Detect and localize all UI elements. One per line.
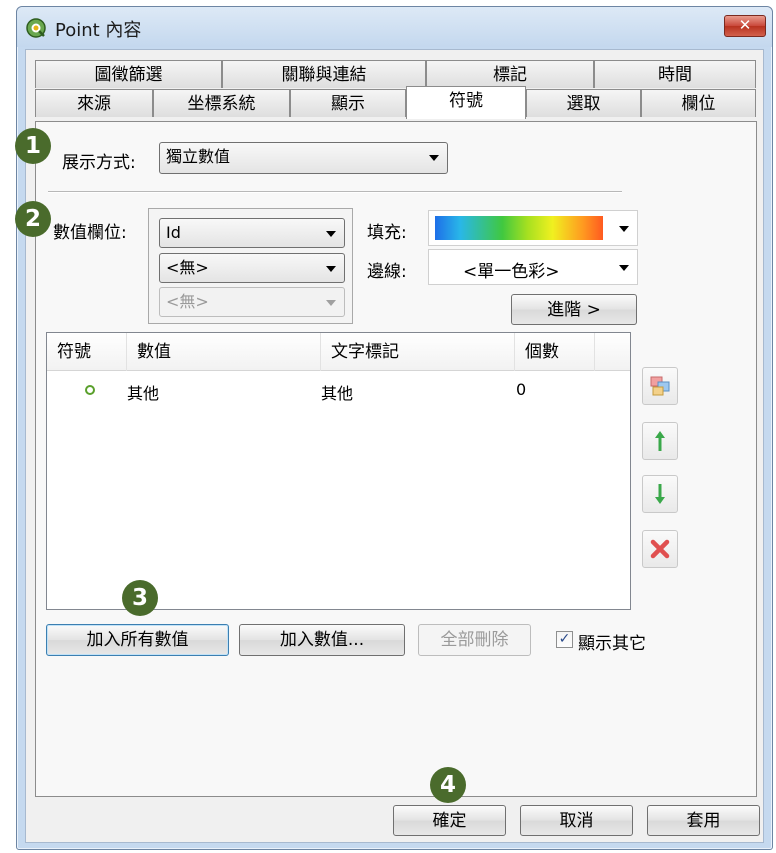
step-badge-3: 3 xyxy=(122,580,158,616)
row-label: 其他 xyxy=(321,384,354,403)
ok-button[interactable]: 確定 xyxy=(393,805,506,836)
tab-feature-filter[interactable]: 圖徵篩選 xyxy=(35,60,222,88)
table-header: 符號 數值 文字標記 個數 xyxy=(47,333,630,371)
merge-icon xyxy=(650,376,670,396)
tab-display[interactable]: 顯示 xyxy=(290,89,406,117)
arrow-up-icon xyxy=(655,431,665,451)
arrow-down-icon xyxy=(655,484,665,504)
add-all-values-button[interactable]: 加入所有數值 xyxy=(46,624,229,656)
step-badge-4: 4 xyxy=(430,767,466,803)
apply-button[interactable]: 套用 xyxy=(647,805,760,836)
fill-color-ramp-select[interactable] xyxy=(428,210,638,246)
value-field-2-text: <無> xyxy=(166,258,209,277)
show-other-label: 顯示其它 xyxy=(578,634,646,654)
show-other-checkbox[interactable]: ✓ xyxy=(556,631,573,648)
dialog-client-area: 圖徵篩選 關聯與連結 標記 時間 來源 坐標系統 顯示 符號 選取 欄位 展示方… xyxy=(25,49,764,843)
column-header-label[interactable]: 文字標記 xyxy=(321,333,515,371)
chevron-down-icon xyxy=(619,265,629,271)
point-symbol-icon xyxy=(85,385,95,395)
merge-values-button[interactable] xyxy=(642,367,678,405)
value-field-group: Id <無> <無> xyxy=(148,208,353,324)
remove-all-button: 全部刪除 xyxy=(418,624,531,656)
stroke-color-select[interactable]: <單一色彩> xyxy=(428,249,638,285)
close-button[interactable]: ✕ xyxy=(724,15,766,37)
symbology-panel: 展示方式: 獨立數值 數值欄位: Id <無> <無> 填充: 邊線: <單一色… xyxy=(35,121,757,797)
qgis-app-icon xyxy=(26,18,46,38)
chevron-down-icon xyxy=(326,300,336,306)
display-mode-value: 獨立數值 xyxy=(166,147,231,166)
title-bar[interactable]: Point 內容 ✕ xyxy=(17,7,772,47)
chevron-down-icon xyxy=(326,231,336,237)
step-badge-1: 1 xyxy=(15,128,51,164)
value-field-select-3: <無> xyxy=(159,287,345,317)
column-header-count[interactable]: 個數 xyxy=(515,333,595,371)
tab-selection[interactable]: 選取 xyxy=(526,89,641,117)
tab-joins-links[interactable]: 關聯與連結 xyxy=(222,60,426,88)
column-header-value[interactable]: 數值 xyxy=(127,333,321,371)
tab-coordinate-system[interactable]: 坐標系統 xyxy=(153,89,290,117)
cancel-button[interactable]: 取消 xyxy=(520,805,633,836)
window-title: Point 內容 xyxy=(55,20,142,41)
tab-symbology[interactable]: 符號 xyxy=(406,86,526,119)
value-field-label: 數值欄位: xyxy=(53,223,127,243)
tab-fields[interactable]: 欄位 xyxy=(641,89,756,117)
section-divider xyxy=(48,191,622,193)
fill-label: 填充: xyxy=(367,223,407,243)
delete-icon xyxy=(650,539,670,559)
add-value-button[interactable]: 加入數值... xyxy=(239,624,405,656)
column-header-symbol[interactable]: 符號 xyxy=(47,333,127,371)
display-mode-label: 展示方式: xyxy=(62,153,136,173)
remove-value-button[interactable] xyxy=(642,530,678,568)
chevron-down-icon xyxy=(326,266,336,272)
value-field-3-text: <無> xyxy=(166,292,209,311)
advanced-button[interactable]: 進階 > xyxy=(511,294,637,325)
stroke-label: 邊線: xyxy=(367,262,407,282)
move-down-button[interactable] xyxy=(642,475,678,513)
chevron-down-icon xyxy=(429,155,439,161)
stroke-value: <單一色彩> xyxy=(463,262,560,282)
row-value: 其他 xyxy=(127,384,160,403)
close-icon: ✕ xyxy=(738,16,752,34)
value-field-select-2[interactable]: <無> xyxy=(159,253,345,283)
tab-labels[interactable]: 標記 xyxy=(426,60,594,88)
display-mode-select[interactable]: 獨立數值 xyxy=(159,142,448,174)
value-field-select-1[interactable]: Id xyxy=(159,218,345,248)
symbol-value-table[interactable]: 符號 數值 文字標記 個數 其他 其他 0 xyxy=(46,332,631,610)
tab-time[interactable]: 時間 xyxy=(594,60,756,88)
color-ramp-swatch xyxy=(435,216,603,240)
move-up-button[interactable] xyxy=(642,422,678,460)
properties-dialog: Point 內容 ✕ 圖徵篩選 關聯與連結 標記 時間 來源 坐標系統 顯示 符… xyxy=(16,6,773,850)
tab-source[interactable]: 來源 xyxy=(35,89,153,117)
value-field-1-text: Id xyxy=(166,223,181,242)
table-row[interactable]: 其他 其他 0 xyxy=(47,373,630,407)
chevron-down-icon xyxy=(619,226,629,232)
step-badge-2: 2 xyxy=(15,201,51,237)
row-count: 0 xyxy=(516,380,527,399)
